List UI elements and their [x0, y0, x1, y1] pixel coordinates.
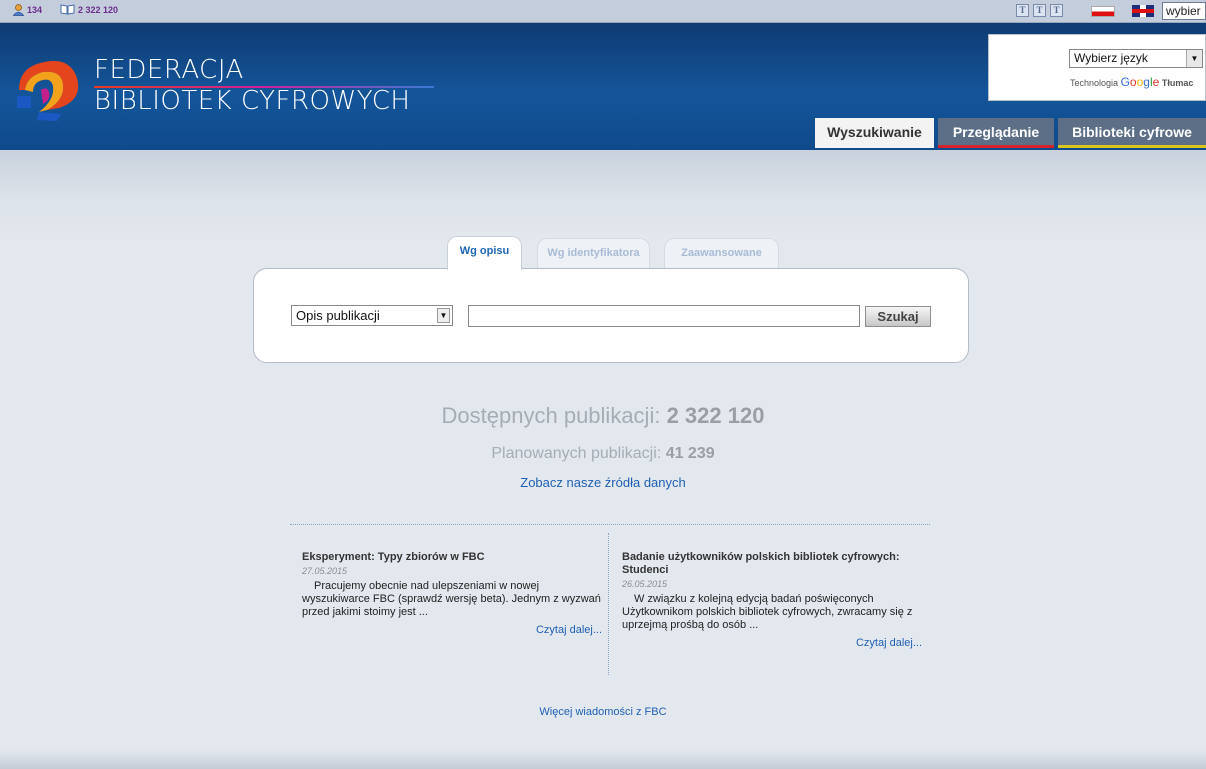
news-item: Eksperyment: Typy zbiorów w FBC 27.05.20…	[302, 551, 602, 636]
more-news-link[interactable]: Więcej wiadomości z FBC	[0, 706, 1206, 718]
book-icon	[60, 4, 75, 15]
publications-stat: 2 322 120	[60, 4, 118, 15]
users-online-stat: 134	[13, 4, 42, 16]
user-icon	[13, 4, 24, 16]
search-field-select-value: Opis publikacji	[296, 308, 380, 323]
search-field-select[interactable]: Opis publikacji ▼	[291, 305, 453, 326]
available-label: Dostępnych publikacji:	[441, 403, 667, 428]
chevron-down-icon[interactable]: ▼	[437, 308, 450, 323]
powered-suffix[interactable]: Tłumac	[1162, 78, 1194, 88]
font-size-large-button[interactable]: T	[1050, 4, 1063, 17]
news-excerpt: Pracujemy obecnie nad ulepszeniami w now…	[302, 580, 601, 618]
language-input[interactable]: wybier	[1162, 2, 1206, 20]
news-column-divider	[608, 533, 609, 675]
news-title[interactable]: Eksperyment: Typy zbiorów w FBC	[302, 551, 602, 564]
brand-wordmark[interactable]: FEDERACJA BIBLIOTEK CYFROWYCH	[94, 55, 434, 117]
available-value: 2 322 120	[666, 403, 765, 428]
read-more-link[interactable]: Czytaj dalej...	[302, 624, 602, 636]
tab-biblioteki-cyfrowe[interactable]: Biblioteki cyfrowe	[1058, 118, 1206, 148]
fbc-logo-icon[interactable]	[17, 56, 82, 121]
search-tab-advanced[interactable]: Zaawansowane	[664, 238, 779, 268]
translate-powered-by: Technologia Google Tłumac	[1070, 75, 1193, 89]
brand-line-1: FEDERACJA	[94, 55, 244, 85]
data-sources-link[interactable]: Zobacz nasze źródła danych	[0, 475, 1206, 490]
polish-flag-icon[interactable]	[1091, 6, 1115, 17]
brand-underline	[94, 86, 434, 88]
top-status-bar: 134 2 322 120 T T T wybier	[0, 0, 1206, 23]
news-title[interactable]: Badanie użytkowników polskich bibliotek …	[622, 551, 922, 577]
news-date: 26.05.2015	[622, 579, 668, 589]
available-publications: Dostępnych publikacji: 2 322 120	[0, 403, 1206, 429]
chevron-down-icon[interactable]: ▼	[1186, 50, 1202, 67]
translate-widget: Wybierz język ▼ Technologia Google Tłuma…	[988, 34, 1206, 101]
language-select[interactable]: Wybierz język ▼	[1069, 49, 1203, 68]
font-size-medium-button[interactable]: T	[1033, 4, 1046, 17]
search-tab-identifier[interactable]: Wg identyfikatora	[537, 238, 650, 268]
powered-prefix: Technologia	[1070, 78, 1119, 88]
users-count: 134	[27, 5, 43, 15]
planned-label: Planowanych publikacji:	[491, 445, 666, 462]
language-select-value: Wybierz język	[1074, 51, 1148, 65]
tab-przegladanie[interactable]: Przeglądanie	[938, 118, 1054, 148]
uk-flag-icon[interactable]	[1132, 5, 1154, 17]
news-date: 27.05.2015	[302, 566, 348, 576]
news-excerpt: W związku z kolejną edycją badań poświęc…	[622, 593, 913, 631]
tab-wyszukiwanie[interactable]: Wyszukiwanie	[815, 118, 934, 148]
news-divider	[290, 524, 930, 525]
brand-line-2: BIBLIOTEK CYFROWYCH	[94, 86, 411, 116]
planned-publications: Planowanych publikacji: 41 239	[0, 445, 1206, 463]
font-size-small-button[interactable]: T	[1016, 4, 1029, 17]
footer-strip	[0, 750, 1206, 769]
search-input[interactable]	[468, 305, 860, 327]
search-panel: Opis publikacji ▼ Szukaj	[253, 268, 969, 363]
search-button[interactable]: Szukaj	[865, 306, 931, 327]
planned-value: 41 239	[665, 445, 715, 462]
news-item: Badanie użytkowników polskich bibliotek …	[622, 551, 922, 649]
publications-count: 2 322 120	[78, 4, 119, 15]
google-logo-icon[interactable]: Google	[1121, 75, 1160, 89]
search-tab-description[interactable]: Wg opisu	[447, 236, 522, 270]
read-more-link[interactable]: Czytaj dalej...	[622, 637, 922, 649]
